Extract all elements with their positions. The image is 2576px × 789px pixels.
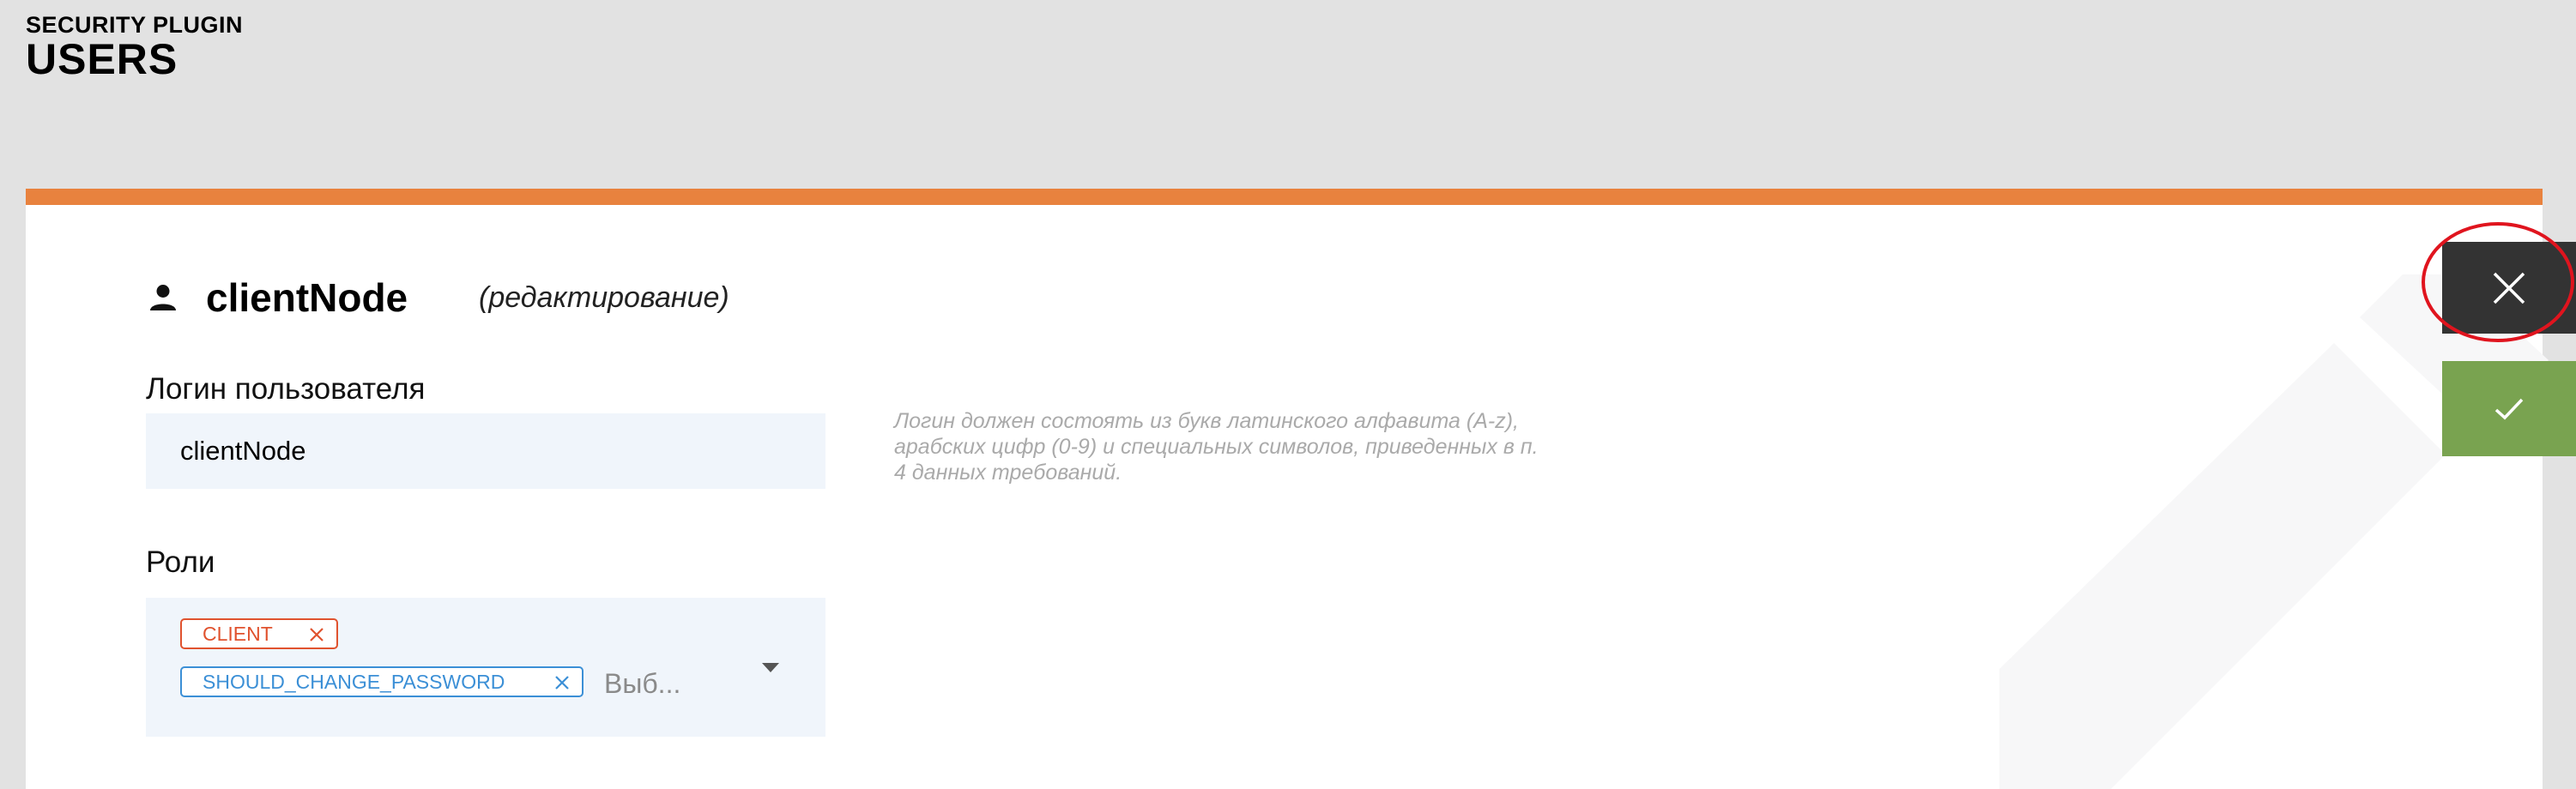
login-hint-line: Логин должен состоять из букв латинского… bbox=[894, 409, 1519, 433]
page-title: USERS bbox=[26, 35, 178, 83]
person-icon bbox=[150, 285, 176, 310]
roles-multiselect[interactable]: CLIENT SHOULD_CHANGE_PASSWORD Выб... bbox=[146, 598, 825, 737]
login-hint: Логин должен состоять из букв латинского… bbox=[894, 408, 1606, 485]
user-name-heading: clientNode bbox=[206, 275, 408, 320]
panel-accent-bar bbox=[26, 189, 2543, 205]
check-icon bbox=[2494, 398, 2524, 419]
login-hint-line: арабских цифр (0-9) и специальных символ… bbox=[894, 435, 1539, 459]
confirm-button[interactable] bbox=[2442, 361, 2576, 456]
login-hint-line: 4 данных требований. bbox=[894, 461, 1122, 485]
close-icon[interactable] bbox=[554, 675, 570, 690]
close-icon bbox=[2493, 272, 2525, 304]
roles-label: Роли bbox=[146, 545, 215, 579]
close-icon[interactable] bbox=[309, 627, 324, 642]
roles-search-placeholder[interactable]: Выб... bbox=[604, 668, 680, 700]
caret-down-icon[interactable] bbox=[762, 663, 779, 672]
role-tag-label: SHOULD_CHANGE_PASSWORD bbox=[203, 671, 505, 693]
role-tag-should-change-password: SHOULD_CHANGE_PASSWORD bbox=[180, 666, 584, 697]
pencil-icon bbox=[1999, 274, 2549, 789]
edit-mode-label: (редактирование) bbox=[479, 281, 729, 314]
close-button[interactable] bbox=[2442, 242, 2576, 334]
user-edit-panel: clientNode (редактирование) Логин пользо… bbox=[26, 189, 2549, 789]
login-label: Логин пользователя bbox=[146, 372, 426, 406]
login-input[interactable] bbox=[146, 413, 825, 489]
role-tag-client: CLIENT bbox=[180, 618, 338, 649]
role-tag-label: CLIENT bbox=[203, 623, 273, 645]
